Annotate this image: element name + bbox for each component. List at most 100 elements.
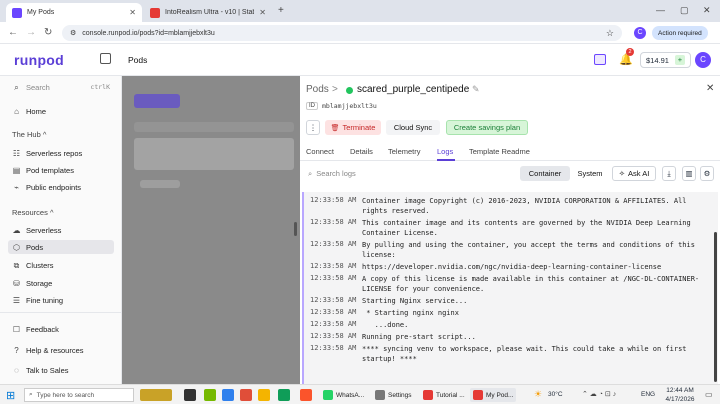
sidebar-item-fine-tuning[interactable]: ☰ Fine tuning — [8, 293, 114, 307]
sidebar-item-help[interactable]: ? Help & resources — [8, 343, 114, 357]
download-icon[interactable]: ⤓ — [662, 166, 676, 181]
edit-pencil-icon[interactable]: ✎ — [472, 84, 480, 95]
layout-icon[interactable]: ▥ — [682, 166, 696, 181]
tab-logs[interactable]: Logs — [437, 147, 453, 156]
log-search-input[interactable]: ⌕ Search logs — [304, 166, 536, 181]
tab-telemetry[interactable]: Telemetry — [388, 147, 421, 156]
sidebar-item-storage[interactable]: ⛁ Storage — [8, 276, 114, 290]
sidebar-item-label: Pod templates — [26, 165, 74, 175]
pod-id[interactable]: mblamjjebxlt3u — [322, 102, 377, 110]
profile-avatar[interactable]: C — [634, 27, 646, 39]
user-avatar[interactable]: C — [695, 52, 711, 68]
sidebar-item-clusters[interactable]: ⧉ Clusters — [8, 258, 114, 272]
app-icon[interactable] — [240, 389, 252, 401]
tab-introrealism[interactable]: IntoRealism Ultra - v10 | Stabl ✕ — [144, 3, 272, 22]
app-icon[interactable] — [222, 389, 234, 401]
new-tab-button[interactable]: + — [278, 5, 284, 16]
sidebar-item-feedback[interactable]: ☐ Feedback — [8, 322, 114, 336]
sidebar-item-home[interactable]: ⌂ Home — [8, 104, 114, 118]
log-message: Running pre-start script... — [362, 333, 476, 341]
running-status-dot — [346, 87, 353, 94]
button-label: Terminate — [342, 123, 376, 132]
tab-divider — [300, 160, 720, 161]
close-icon[interactable]: ✕ — [259, 8, 266, 17]
maximize-icon[interactable]: ▢ — [680, 5, 689, 16]
sidebar-item-pod-templates[interactable]: ▤ Pod templates — [8, 163, 114, 177]
nvidia-icon[interactable] — [204, 389, 216, 401]
endpoint-icon: ⌁ — [14, 182, 19, 192]
sidebar-item-serverless[interactable]: ☁ Serverless — [8, 223, 114, 237]
runpod-logo[interactable]: runpod — [14, 52, 64, 68]
brave-icon[interactable] — [300, 389, 312, 401]
sidebar-item-public-endpoints[interactable]: ⌁ Public endpoints — [8, 180, 114, 194]
log-timestamp: 12:33:58 AM — [310, 332, 357, 340]
close-drawer-icon[interactable]: ✕ — [706, 83, 714, 94]
close-window-icon[interactable]: ✕ — [703, 5, 711, 16]
sidebar-toggle-icon[interactable] — [100, 53, 111, 64]
clock-time[interactable]: 12:44 AM — [663, 387, 697, 394]
edge-icon[interactable] — [278, 389, 290, 401]
taskbar-app-tutorial[interactable]: Tutorial ... — [420, 388, 468, 402]
url-text: console.runpod.io/pods?id=mblamjjebxlt3u — [82, 29, 215, 37]
file-explorer-icon[interactable] — [258, 389, 270, 401]
windows-start-icon[interactable]: ⊞ — [6, 389, 15, 402]
more-options-button[interactable]: ⋮ — [306, 120, 320, 135]
docs-icon[interactable] — [594, 54, 606, 65]
resize-handle[interactable] — [294, 222, 297, 236]
log-line: 12:33:58 AM A copy of this license is mad… — [310, 274, 710, 294]
gear-icon[interactable]: ⚙ — [700, 166, 714, 181]
log-scrollbar[interactable] — [714, 232, 717, 382]
taskbar-search[interactable]: ⌕ Type here to search — [24, 388, 134, 402]
action-required-button[interactable]: Action required — [652, 26, 708, 40]
sidebar-item-label: Public endpoints — [26, 182, 82, 192]
main-overlay[interactable] — [122, 76, 300, 384]
notifications-icon[interactable]: ▭ — [705, 390, 713, 399]
terminate-button[interactable]: 🗑 Terminate — [325, 120, 381, 135]
search-icon: ⌕ — [14, 82, 19, 92]
taskbar-app-settings[interactable]: Settings — [372, 388, 415, 402]
back-icon[interactable]: ← — [8, 27, 18, 38]
create-savings-plan-button[interactable]: Create savings plan — [446, 120, 528, 135]
tab-title: My Pods — [27, 9, 55, 16]
url-field[interactable]: ⚙ console.runpod.io/pods?id=mblamjjebxlt… — [62, 25, 622, 41]
sidebar-item-serverless-repos[interactable]: ☷ Serverless repos — [8, 146, 114, 160]
tab-my-pods[interactable]: My Pods ✕ — [6, 3, 142, 22]
close-icon[interactable]: ✕ — [129, 8, 136, 17]
news-widget-icon[interactable] — [140, 389, 172, 401]
log-panel[interactable]: 12:33:58 AM Container image Copyright (c)… — [302, 192, 718, 384]
ask-ai-button[interactable]: ✧ Ask AI — [612, 166, 656, 181]
container-logs-button[interactable]: Container — [520, 166, 570, 181]
minimize-icon[interactable]: — — [656, 5, 665, 15]
bookmark-star-icon[interactable]: ☆ — [606, 28, 614, 39]
button-label: Ask AI — [628, 169, 650, 178]
clock-date[interactable]: 4/17/2026 — [660, 396, 700, 403]
search-icon: ⌕ — [308, 168, 313, 178]
table-row-dimmed — [134, 138, 294, 170]
taskbar-app-whatsapp[interactable]: WhatsA... — [320, 388, 367, 402]
sidebar-item-label: Serverless repos — [26, 148, 83, 158]
add-funds-icon[interactable]: + — [674, 55, 685, 65]
template-icon: ▤ — [12, 165, 21, 175]
sparkle-icon: ✧ — [618, 169, 626, 178]
task-view-icon[interactable] — [184, 389, 196, 401]
breadcrumb-pods[interactable]: Pods — [306, 84, 329, 95]
system-logs-button[interactable]: System — [572, 166, 608, 181]
taskbar-app-my-pods[interactable]: My Pod... — [470, 388, 517, 402]
reload-icon[interactable]: ↻ — [44, 27, 52, 38]
sidebar-item-pods[interactable]: ⬡ Pods — [8, 240, 114, 254]
section-resources[interactable]: Resources ^ — [12, 208, 53, 217]
tab-connect[interactable]: Connect — [306, 147, 334, 156]
sidebar-item-talk-to-sales[interactable]: ◌ Talk to Sales — [8, 363, 114, 377]
sidebar-search[interactable]: ⌕ Search ctrlK — [8, 80, 114, 94]
tab-details[interactable]: Details — [350, 147, 373, 156]
log-line: 12:33:58 AM Starting Nginx service... — [310, 296, 710, 306]
weather-temp[interactable]: 30°C — [548, 391, 563, 398]
balance-widget[interactable]: $14.91 + — [640, 52, 691, 68]
tab-template-readme[interactable]: Template Readme — [469, 147, 530, 156]
language-indicator[interactable]: ENG — [641, 391, 655, 398]
cloud-sync-button[interactable]: Cloud Sync — [386, 120, 440, 135]
tray-icons[interactable]: ⌃ ☁ ◔ ⊡ ♪ — [582, 390, 616, 398]
forward-icon[interactable]: → — [26, 27, 36, 38]
tab-title: IntoRealism Ultra - v10 | Stabl — [165, 9, 255, 16]
section-hub[interactable]: The Hub ^ — [12, 130, 46, 139]
